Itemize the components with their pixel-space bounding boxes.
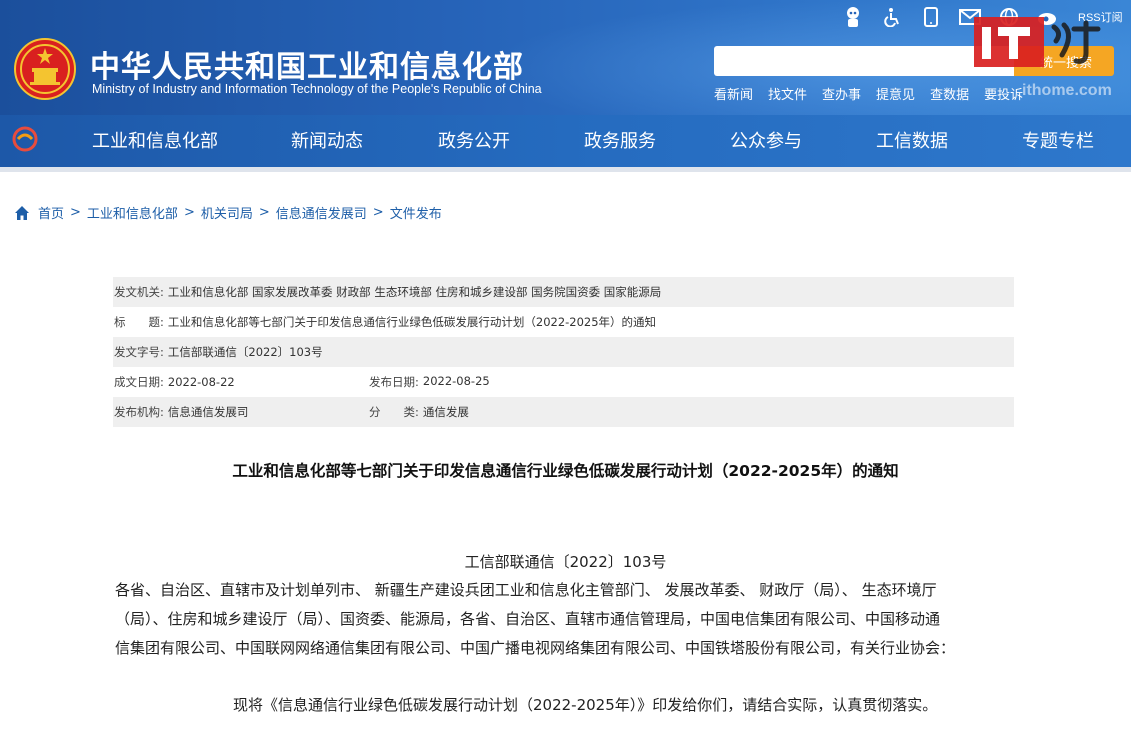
meta-category-group: 分 类: 通信发展 <box>369 404 469 420</box>
meta-value-title: 工业和信息化部等七部门关于印发信息通信行业绿色低碳发展行动计划（2022-202… <box>167 315 657 329</box>
breadcrumb-ministry[interactable]: 工业和信息化部 <box>87 203 178 222</box>
document-title: 工业和信息化部等七部门关于印发信息通信行业绿色低碳发展行动计划（2022-202… <box>232 462 899 480</box>
meta-row-title: 标 题: 工业和信息化部等七部门关于印发信息通信行业绿色低碳发展行动计划（202… <box>113 307 1014 337</box>
quick-links: 看新闻 找文件 查办事 提意见 查数据 要投诉 <box>714 84 1038 103</box>
quick-link-files[interactable]: 找文件 <box>768 84 807 103</box>
meta-label-created: 成文日期: <box>114 375 164 389</box>
site-header: 中华人民共和国工业和信息化部 Ministry of Industry and … <box>0 0 1131 115</box>
accessibility-icon[interactable] <box>881 6 903 28</box>
ithome-watermark-logo <box>974 17 1101 67</box>
meta-value-published: 2022-08-25 <box>422 374 490 388</box>
meta-value-docno: 工信部联通信〔2022〕103号 <box>167 345 323 359</box>
site-title[interactable]: 中华人民共和国工业和信息化部 <box>90 42 524 86</box>
nav-item-gov-services[interactable]: 政务服务 <box>584 127 656 153</box>
nav-item-data[interactable]: 工信数据 <box>876 127 948 153</box>
recipients-line: 各省、自治区、直辖市及计划单列市、 新疆生产建设兵团工业和信息化主管部门、 发展… <box>115 581 937 599</box>
quick-link-complaints[interactable]: 要投诉 <box>984 84 1023 103</box>
meta-label-published: 发布日期: <box>369 375 419 389</box>
ministry-swirl-icon <box>12 126 38 152</box>
breadcrumb-separator: > <box>70 205 81 220</box>
recipients-line: 信集团有限公司、中国联网网络通信集团有限公司、中国广播电视网络集团有限公司、中国… <box>115 639 956 657</box>
meta-label-category: 分 类: <box>369 405 419 419</box>
nav-item-public-participation[interactable]: 公众参与 <box>730 127 802 153</box>
nav-item-ministry[interactable]: 工业和信息化部 <box>92 127 218 153</box>
document-metadata-table: 发文机关: 工业和信息化部 国家发展改革委 财政部 生态环境部 住房和城乡建设部… <box>113 277 1014 427</box>
meta-label-issuing: 发文机关: <box>114 285 164 299</box>
breadcrumb-departments[interactable]: 机关司局 <box>201 203 253 222</box>
meta-published-group: 发布日期: 2022-08-25 <box>369 374 490 390</box>
home-icon[interactable] <box>14 205 30 221</box>
meta-label-docno: 发文字号: <box>114 345 164 359</box>
nav-item-gov-affairs[interactable]: 政务公开 <box>438 127 510 153</box>
document-number: 工信部联通信〔2022〕103号 <box>464 553 667 571</box>
robot-icon[interactable] <box>842 6 864 28</box>
breadcrumb-file-release[interactable]: 文件发布 <box>390 203 442 222</box>
document-body-paragraph: 现将《信息通信行业绿色低碳发展行动计划（2022-2025年）》印发给你们，请结… <box>233 696 938 714</box>
breadcrumb-separator: > <box>372 205 384 220</box>
mobile-icon[interactable] <box>920 6 942 28</box>
breadcrumb-ict-dept[interactable]: 信息通信发展司 <box>276 203 367 222</box>
nav-item-special-topics[interactable]: 专题专栏 <box>1022 127 1094 153</box>
document-recipients: 各省、自治区、直辖市及计划单列市、 新疆生产建设兵团工业和信息化主管部门、 发展… <box>115 576 1015 663</box>
meta-row-issuing: 发文机关: 工业和信息化部 国家发展改革委 财政部 生态环境部 住房和城乡建设部… <box>113 277 1014 307</box>
breadcrumb-home[interactable]: 首页 <box>38 203 64 222</box>
nav-divider <box>0 167 1131 172</box>
meta-value-issuing: 工业和信息化部 国家发展改革委 财政部 生态环境部 住房和城乡建设部 国务院国资… <box>167 285 662 299</box>
nav-item-news[interactable]: 新闻动态 <box>291 127 363 153</box>
meta-value-created: 2022-08-22 <box>167 375 235 389</box>
ithome-watermark-domain: ithome.com <box>1022 82 1112 99</box>
meta-label-org: 发布机构: <box>114 405 164 419</box>
meta-row-org: 发布机构: 信息通信发展司 分 类: 通信发展 <box>113 397 1014 427</box>
recipients-line: （局）、住房和城乡建设厅（局）、国资委、能源局，各省、自治区、直辖市通信管理局，… <box>115 610 941 628</box>
search-input[interactable] <box>714 46 1014 76</box>
breadcrumb: 首页 > 工业和信息化部 > 机关司局 > 信息通信发展司 > 文件发布 <box>14 203 442 222</box>
breadcrumb-separator: > <box>258 205 270 220</box>
national-emblem-icon[interactable] <box>14 38 76 100</box>
main-navigation: 工业和信息化部 新闻动态 政务公开 政务服务 公众参与 工信数据 专题专栏 <box>0 115 1131 167</box>
meta-label-title: 标 题: <box>114 315 164 329</box>
breadcrumb-separator: > <box>183 205 195 220</box>
quick-link-feedback[interactable]: 提意见 <box>876 84 915 103</box>
quick-link-news[interactable]: 看新闻 <box>714 84 753 103</box>
meta-value-org: 信息通信发展司 <box>167 405 249 419</box>
meta-row-docno: 发文字号: 工信部联通信〔2022〕103号 <box>113 337 1014 367</box>
site-subtitle: Ministry of Industry and Information Tec… <box>92 82 542 96</box>
quick-link-data[interactable]: 查数据 <box>930 84 969 103</box>
quick-link-services[interactable]: 查办事 <box>822 84 861 103</box>
meta-row-dates: 成文日期: 2022-08-22 发布日期: 2022-08-25 <box>113 367 1014 397</box>
meta-value-category: 通信发展 <box>422 405 469 419</box>
